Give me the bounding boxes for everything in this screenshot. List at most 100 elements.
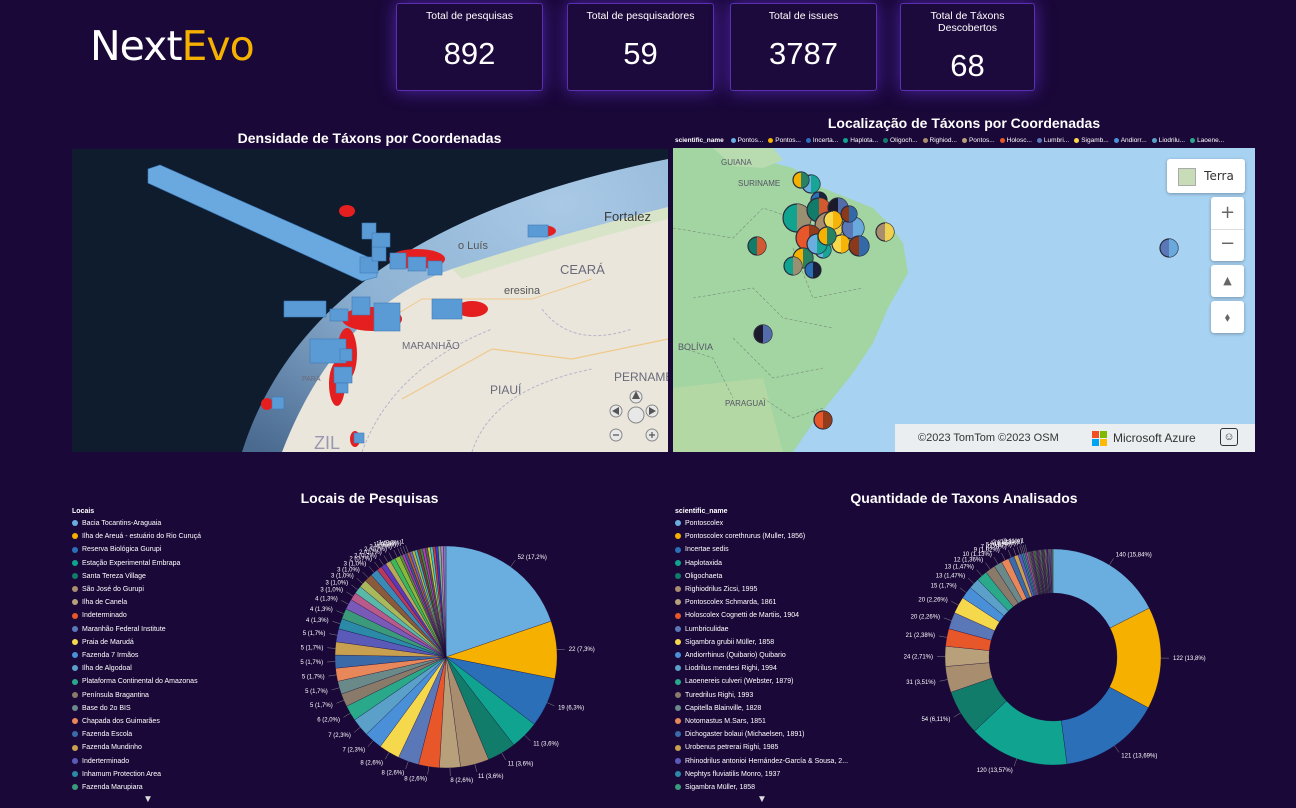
legend-label: Sigambra grubii Müller, 1858 bbox=[685, 638, 775, 646]
legend-item[interactable]: Pontos... bbox=[961, 137, 995, 144]
density-map[interactable]: Fortalez o Luís CEARÁ eresina MARANHÃO P… bbox=[72, 149, 668, 452]
data-label-leader bbox=[1109, 558, 1114, 566]
legend-scroll-down-icon[interactable]: ▼ bbox=[143, 794, 153, 805]
legend-item[interactable]: Andiorrhinus (Quibario) Quibario bbox=[675, 649, 848, 662]
data-label-leader bbox=[343, 713, 351, 718]
feedback-smiley-icon[interactable]: ☺ bbox=[1220, 428, 1238, 446]
legend-label: Praia de Marudá bbox=[82, 638, 134, 646]
legend-item[interactable]: Bacia Tocantins-Araguaia bbox=[72, 517, 201, 530]
legend-item[interactable]: Fazenda Marupiara bbox=[72, 781, 201, 794]
data-label: 8 (2,6%) bbox=[360, 761, 383, 767]
legend-item[interactable]: Righiod... bbox=[922, 137, 957, 144]
legend-item[interactable]: Incertae sedis bbox=[675, 543, 848, 556]
legend-scroll-down-icon[interactable]: ▼ bbox=[757, 794, 767, 805]
legend-item[interactable]: Península Bragantina bbox=[72, 689, 201, 702]
data-label-leader bbox=[1001, 552, 1006, 561]
legend-item[interactable]: Inderterminado bbox=[72, 755, 201, 768]
legend-item[interactable]: Fazenda 7 Irmãos bbox=[72, 649, 201, 662]
legend-item[interactable]: Pontoscolex bbox=[675, 517, 848, 530]
legend-item[interactable]: Righiodrilus Zicsi, 1995 bbox=[675, 583, 848, 596]
legend-item[interactable]: Sigamb... bbox=[1074, 137, 1109, 144]
legend-label: Bacia Tocantins-Araguaia bbox=[82, 520, 162, 527]
legend-item[interactable]: Laoene... bbox=[1190, 137, 1224, 144]
legend-item[interactable]: Base do 2o BIS bbox=[72, 702, 201, 715]
legend-item[interactable]: Liodrilus mendesi Righi, 1994 bbox=[675, 662, 848, 675]
legend-item[interactable]: Praia de Marudá bbox=[72, 636, 201, 649]
legend-item[interactable]: Holoscolex Cognetti de Martiis, 1904 bbox=[675, 609, 848, 622]
legend-label: Base do 2o BIS bbox=[82, 704, 131, 712]
zoom-out-icon[interactable]: − bbox=[1211, 230, 1244, 262]
legend-item[interactable]: Rhinodrilus antonioi Hernández-García & … bbox=[675, 755, 848, 768]
legend-item[interactable]: Haplota... bbox=[843, 137, 878, 144]
legend-item[interactable]: Dichogaster bolaui (Michaelsen, 1891) bbox=[675, 728, 848, 741]
legend-item[interactable]: Chapada dos Guimarães bbox=[72, 715, 201, 728]
zoom-in-icon[interactable]: + bbox=[1211, 197, 1244, 230]
legend-item[interactable]: Pontoscolex Schmarda, 1861 bbox=[675, 596, 848, 609]
legend-item[interactable]: Pontos... bbox=[768, 137, 801, 144]
legend-item[interactable]: São José do Gurupi bbox=[72, 583, 201, 596]
data-label: 31 (3,51%) bbox=[906, 680, 935, 686]
legend-label: Nephtys fluviatilis Monro, 1937 bbox=[685, 770, 781, 778]
legend-item[interactable]: Lumbriculidae bbox=[675, 623, 848, 636]
legend-item[interactable]: Notomastus M.Sars, 1851 bbox=[675, 715, 848, 728]
pitch-button[interactable] bbox=[627, 406, 645, 424]
data-label-leader bbox=[1007, 549, 1012, 558]
legend-item[interactable]: Liodrilu... bbox=[1151, 137, 1185, 144]
legend-label: Righiodrilus Zicsi, 1995 bbox=[685, 586, 758, 594]
taxons-chart-title: Quantidade de Taxons Analisados bbox=[850, 490, 1078, 506]
logo-part-2: Evo bbox=[181, 22, 255, 70]
legend-item[interactable]: Indeterminado bbox=[72, 609, 201, 622]
legend-item[interactable]: Pontos... bbox=[730, 137, 763, 144]
legend-item[interactable]: Haplotaxida bbox=[675, 557, 848, 570]
legend-item[interactable]: Estação Experimental Embrapa bbox=[72, 557, 201, 570]
legend-item[interactable]: Nephtys fluviatilis Monro, 1937 bbox=[675, 768, 848, 781]
legend-item[interactable]: Pontoscolex corethrurus (Muller, 1856) bbox=[675, 530, 848, 543]
legend-item[interactable]: Plataforma Continental do Amazonas bbox=[72, 675, 201, 688]
legend-label: Haplotaxida bbox=[685, 559, 722, 567]
legend-item[interactable]: Ilha de Areuá - estuário do Rio Curuçá bbox=[72, 530, 201, 543]
data-label: 22 (7,3%) bbox=[569, 647, 595, 653]
legend-item[interactable]: Ilha de Canela bbox=[72, 596, 201, 609]
legend-item[interactable]: Maranhão Federal Institute bbox=[72, 623, 201, 636]
kpi-card-issues[interactable]: Total de issues 3787 bbox=[730, 3, 877, 91]
data-label: 15 (1,7%) bbox=[931, 583, 957, 589]
legend-item[interactable]: Reserva Biológica Gurupi bbox=[72, 543, 201, 556]
legend-item[interactable]: Lumbri... bbox=[1036, 137, 1069, 144]
legend-item[interactable]: Andiorr... bbox=[1113, 137, 1147, 144]
locais-pie-chart[interactable]: 52 (17,2%) 22 (7,3%) 19 (6,3%) 11 (3,6%) 11 … bbox=[280, 520, 600, 790]
legend-item[interactable]: Fazenda Mundinho bbox=[72, 741, 201, 754]
legend-label: Ilha de Algodoal bbox=[82, 665, 132, 673]
data-label: 6 (2,0%) bbox=[317, 717, 340, 723]
legend-item[interactable]: Capitella Blainville, 1828 bbox=[675, 702, 848, 715]
terra-style-button[interactable]: Terra bbox=[1167, 159, 1245, 193]
data-label-leader bbox=[993, 557, 999, 565]
legend-item[interactable]: Sigambra Müller, 1858 bbox=[675, 781, 848, 794]
legend-item[interactable]: Sigambra grubii Müller, 1858 bbox=[675, 636, 848, 649]
legend-item[interactable]: Santa Tereza Village bbox=[72, 570, 201, 583]
taxon-bubble-segment bbox=[1169, 239, 1178, 257]
data-label-leader bbox=[976, 569, 983, 576]
legend-item[interactable]: Inhamum Protection Area bbox=[72, 768, 201, 781]
data-label: 1 bbox=[1021, 539, 1025, 545]
legend-item[interactable]: Oligochaeta bbox=[675, 570, 848, 583]
legend-item[interactable]: Urobenus petrerai Righi, 1985 bbox=[675, 741, 848, 754]
nextevo-logo: NextEvo bbox=[90, 22, 255, 70]
kpi-card-pesquisadores[interactable]: Total de pesquisadores 59 bbox=[567, 3, 714, 91]
legend-item[interactable]: Incerta... bbox=[805, 137, 838, 144]
data-label-leader bbox=[405, 544, 409, 553]
zoom-control[interactable]: + − bbox=[1211, 197, 1244, 261]
legend-item[interactable]: Oligoch... bbox=[883, 137, 918, 144]
data-label-leader bbox=[1021, 545, 1024, 554]
pitch-icon[interactable]: ▲ bbox=[1211, 265, 1244, 297]
location-map[interactable]: GUIANA SURINAME BOLÍVIA PARAGUAI Terra +… bbox=[673, 148, 1255, 452]
legend-item[interactable]: Ilha de Algodoal bbox=[72, 662, 201, 675]
kpi-card-taxons[interactable]: Total de Táxons Descobertos 68 bbox=[900, 3, 1035, 91]
compass-icon[interactable]: ⬧ bbox=[1211, 301, 1244, 333]
legend-item[interactable]: Holosc... bbox=[999, 137, 1032, 144]
legend-item[interactable]: Fazenda Escola bbox=[72, 728, 201, 741]
legend-item[interactable]: Turedrilus Righi, 1993 bbox=[675, 689, 848, 702]
taxons-donut-chart[interactable]: 140 (15,84%)122 (13,8%)121 (13,69%)120 (… bbox=[880, 520, 1210, 790]
kpi-card-pesquisas[interactable]: Total de pesquisas 892 bbox=[396, 3, 543, 91]
data-label-leader bbox=[374, 561, 380, 569]
legend-item[interactable]: Laoenereis culveri (Webster, 1879) bbox=[675, 675, 848, 688]
